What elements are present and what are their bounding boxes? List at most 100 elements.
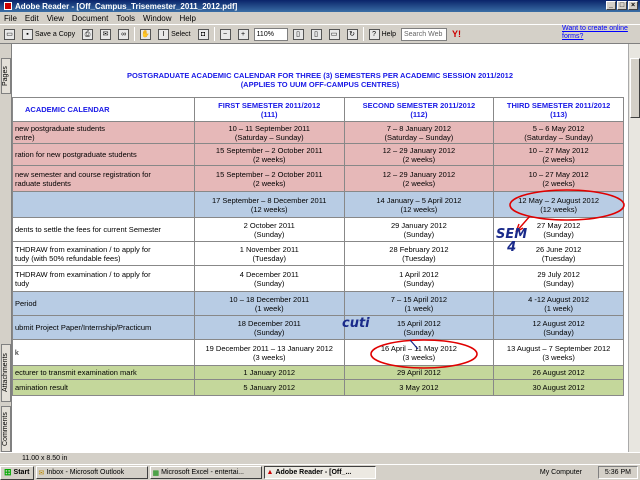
email-button[interactable]: ✉ [98, 26, 113, 42]
second-semester-cell-text: (2 weeks) [402, 178, 436, 188]
menu-window[interactable]: Window [143, 14, 171, 23]
third-semester-cell-text: 12 August 2012 [532, 318, 585, 328]
scroll-thumb[interactable] [630, 58, 640, 118]
start-button[interactable]: ⊞ Start [0, 465, 34, 480]
first-semester-cell: 2 October 2011 (Sunday) [193, 217, 345, 242]
search-web-input[interactable]: Search Web [400, 27, 447, 41]
row-label [12, 191, 195, 218]
row-label-text: Period [15, 299, 37, 308]
first-semester-cell-text: (3 weeks) [252, 352, 286, 362]
select-tool-button[interactable]: I Select [156, 26, 192, 42]
hand-tool-button[interactable]: ✋ [138, 26, 153, 42]
calendar-heading: POSTGRADUATE ACADEMIC CALENDAR FOR THREE… [126, 71, 514, 80]
system-tray: My Computer 5:36 PM [540, 466, 638, 479]
task-adobe-label: Adobe Reader - [Off_... [275, 469, 352, 476]
window-title: Adobe Reader - [Off_Campus_Trisemester_2… [15, 1, 238, 11]
third-semester-cell-text: 13 August – 7 September 2012 [506, 343, 611, 353]
print-button[interactable]: ⎙ [80, 26, 95, 42]
row-label-text: ecturer to transmit examination mark [15, 368, 137, 377]
zoom-in-button[interactable]: + [236, 26, 251, 42]
vertical-scrollbar[interactable] [628, 44, 640, 452]
header-second-semester: SECOND SEMESTER 2011/2012 (112) [343, 97, 495, 122]
first-semester-cell: 4 December 2011 (Sunday) [193, 265, 345, 292]
create-online-forms-link[interactable]: Want to create online forms? [562, 25, 628, 41]
second-semester-cell-text: 29 April 2012 [397, 368, 441, 377]
window-controls: _ □ × [606, 1, 638, 10]
first-semester-cell: 10 – 11 September 2011 (Saturday – Sunday… [193, 121, 345, 144]
menu-document[interactable]: Document [72, 14, 108, 23]
third-semester-cell: 27 May 2012 (Sunday) [493, 217, 624, 242]
close-button[interactable]: × [628, 1, 638, 10]
second-semester-cell-text: (3 weeks) [402, 352, 436, 362]
help-label: Help [381, 30, 396, 38]
menu-edit[interactable]: Edit [25, 14, 39, 23]
page-size-readout: 11.00 x 8.50 in [22, 455, 68, 462]
third-semester-cell: 12 August 2012 (Sunday) [493, 315, 624, 340]
calendar-row: Period 10 – 18 December 2011 (1 week) 7 – 1… [12, 291, 624, 316]
header-academic-calendar: ACADEMIC CALENDAR [12, 97, 195, 122]
binoculars-icon: ∞ [118, 28, 130, 40]
row-label-text: k [15, 348, 19, 357]
menu-help[interactable]: Help [180, 14, 196, 23]
maximize-button[interactable]: □ [617, 1, 627, 10]
third-semester-cell-text: 10 – 27 May 2012 [528, 145, 589, 155]
third-semester-cell-text: (2 weeks) [542, 178, 575, 188]
my-computer-label: My Computer [539, 469, 582, 476]
first-semester-cell-text: 17 September – 8 December 2011 [211, 195, 327, 205]
third-semester-cell-text: (2 weeks) [542, 154, 575, 164]
zoom-out-icon: − [219, 28, 231, 40]
fit-width-button[interactable]: ▭ [327, 26, 342, 42]
pages-tab[interactable]: Pages [1, 58, 11, 94]
second-semester-cell: 7 – 15 April 2012 (1 week) [343, 291, 495, 316]
first-semester-cell-text: 18 December 2011 [237, 318, 301, 328]
find-button[interactable]: ∞ [116, 26, 131, 42]
open-button[interactable]: ▭ [2, 26, 17, 42]
document-view[interactable]: POSTGRADUATE ACADEMIC CALENDAR FOR THREE… [12, 44, 628, 452]
third-semester-cell: 29 July 2012 (Sunday) [493, 265, 624, 292]
comments-tab[interactable]: Comments [1, 406, 11, 452]
attachments-tab[interactable]: Attachments [1, 344, 11, 402]
save-copy-button[interactable]: ▪ Save a Copy [20, 26, 77, 42]
fit-page-button[interactable]: ▯ [309, 26, 324, 42]
second-semester-cell-text: 7 – 8 January 2012 [386, 123, 451, 133]
first-semester-cell-text: (Saturday – Sunday) [234, 132, 304, 142]
zoom-out-button[interactable]: − [218, 26, 233, 42]
third-semester-cell-text: 30 August 2012 [532, 383, 585, 392]
header-first-semester: FIRST SEMESTER 2011/2012 (111) [193, 97, 345, 122]
third-semester-cell: 4 -12 August 2012 (1 week) [493, 291, 624, 316]
row-label: dents to settle the fees for current Sem… [12, 217, 195, 242]
row-label-text: ration for new postgraduate students [15, 150, 137, 159]
first-semester-cell: 18 December 2011 (Sunday) [193, 315, 345, 340]
help-button[interactable]: ? Help [367, 26, 398, 42]
toolbar-separator [213, 27, 215, 41]
zoom-level-input[interactable]: 110% [253, 27, 288, 41]
printer-icon: ⎙ [82, 28, 94, 40]
actual-size-button[interactable]: ▯ [291, 26, 306, 42]
first-semester-cell-text: 5 January 2012 [243, 383, 296, 392]
third-semester-cell: 10 – 27 May 2012 (2 weeks) [493, 165, 624, 192]
yahoo-button[interactable]: Y! [450, 26, 463, 42]
rotate-button[interactable]: ↻ [345, 26, 360, 42]
disk-icon: ▪ [22, 28, 33, 40]
task-outlook[interactable]: ✉ Inbox - Microsoft Outlook [35, 466, 148, 479]
second-semester-cell-text: (Saturday – Sunday) [384, 132, 454, 142]
task-adobe-reader[interactable]: ▲ Adobe Reader - [Off_... [263, 466, 376, 479]
row-label: THDRAW from examination / to apply for t… [12, 265, 195, 292]
snapshot-button[interactable]: ◘ [196, 26, 211, 42]
third-semester-cell: 12 May – 2 August 2012 (12 weeks) [493, 191, 624, 218]
menu-tools[interactable]: Tools [116, 14, 135, 23]
task-excel[interactable]: ▦ Microsoft Excel - entertai... [149, 466, 262, 479]
menu-view[interactable]: View [47, 14, 64, 23]
menu-file[interactable]: File [4, 14, 17, 23]
row-label: new postgraduate students entre) [12, 121, 195, 144]
second-semester-cell-text: (Sunday) [403, 278, 435, 288]
row-label-text: new semester and course registration for… [15, 169, 151, 188]
first-semester-cell-text: (Sunday) [254, 278, 285, 288]
second-semester-cell-text: 29 January 2012 [390, 220, 447, 230]
select-label: Select [171, 30, 191, 38]
third-semester-cell-text: 10 – 27 May 2012 [528, 169, 589, 179]
minimize-button[interactable]: _ [606, 1, 616, 10]
calendar-row: THDRAW from examination / to apply for t… [12, 241, 624, 266]
third-semester-cell-text: 4 -12 August 2012 [528, 294, 590, 304]
first-semester-cell: 19 December 2011 – 13 January 2012 (3 wee… [193, 339, 345, 366]
